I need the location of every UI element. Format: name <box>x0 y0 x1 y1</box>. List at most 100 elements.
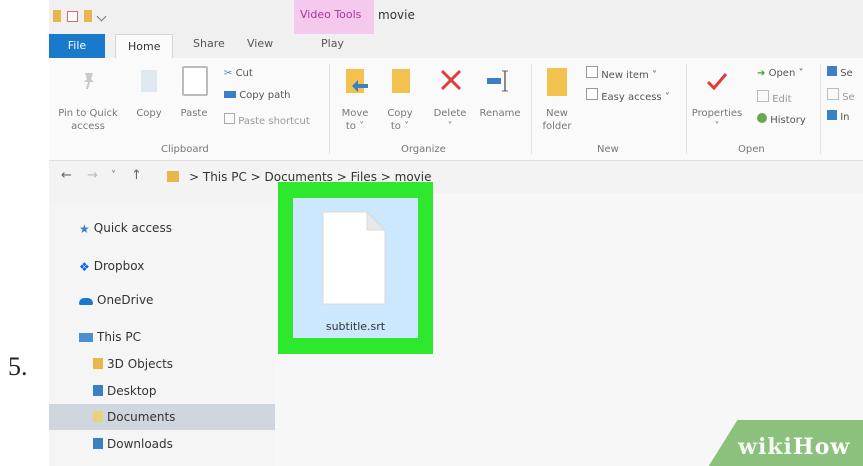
forward-arrow-icon[interactable]: → <box>87 168 98 183</box>
move-to-icon <box>344 66 370 96</box>
move-label-1: Move <box>341 108 369 119</box>
properties-label-2: ˅ <box>714 121 720 132</box>
clipboard-group-label: Clipboard <box>161 144 209 155</box>
nav-label: Desktop <box>107 384 157 398</box>
tab-play[interactable]: Play <box>321 37 344 50</box>
computer-icon <box>79 333 93 342</box>
nav-label: This PC <box>97 330 141 344</box>
nav-label: Documents <box>107 410 176 424</box>
properties-button[interactable]: Properties ˅ <box>690 107 744 133</box>
copy-to-button[interactable]: Copy to ˅ <box>382 107 418 133</box>
history-label: History <box>770 115 806 126</box>
nav-item-3d-objects[interactable]: 3D Objects <box>93 357 173 371</box>
delete-label-1: Delete <box>433 108 467 119</box>
edit-label: Edit <box>772 94 792 105</box>
select-all-button[interactable]: Se <box>827 66 853 79</box>
nav-item-this-pc[interactable]: This PC <box>79 330 141 344</box>
new-item-button[interactable]: New item ˅ <box>586 66 657 81</box>
dropbox-icon: ❖ <box>79 260 90 274</box>
back-arrow-icon[interactable]: ← <box>61 168 72 183</box>
new-item-label: New item ˅ <box>601 70 657 81</box>
select-none-button[interactable]: Se <box>827 88 855 103</box>
easy-access-label: Easy access ˅ <box>601 92 670 103</box>
invert-selection-label: In <box>840 112 850 123</box>
move-to-button[interactable]: Move to ˅ <box>337 107 373 133</box>
separator <box>531 64 532 154</box>
nav-label: Dropbox <box>93 259 145 273</box>
new-group-label: New <box>597 144 619 155</box>
copy-icon <box>141 70 157 92</box>
nav-label: Quick access <box>93 221 172 235</box>
wikihow-logo-wiki: wiki <box>738 434 793 460</box>
cube-icon <box>93 358 103 369</box>
file-name-label: subtitle.srt <box>325 320 386 333</box>
delete-x-icon <box>439 68 463 92</box>
properties-check-icon[interactable] <box>67 10 78 22</box>
easy-access-button[interactable]: Easy access ˅ <box>586 88 670 103</box>
cloud-icon <box>79 298 93 305</box>
nav-item-documents[interactable]: Documents <box>93 410 175 424</box>
history-icon <box>757 113 767 123</box>
new-folder-label-1: New <box>546 108 568 119</box>
invert-selection-icon <box>827 110 837 120</box>
open-label: Open ˅ <box>768 68 804 79</box>
tab-view[interactable]: View <box>247 37 273 50</box>
cut-label: Cut <box>235 68 253 79</box>
paste-shortcut-icon <box>224 113 235 124</box>
pin-label-1: Pin to Quick <box>58 108 118 119</box>
separator <box>686 64 687 154</box>
copy-path-button[interactable]: Copy path <box>224 90 290 101</box>
tab-home[interactable]: Home <box>115 34 174 59</box>
wikihow-logo: wikiHow <box>738 434 850 460</box>
nav-item-downloads[interactable]: Downloads <box>93 437 173 451</box>
nav-label: Downloads <box>107 437 173 451</box>
select-none-icon <box>827 88 839 100</box>
downloads-icon <box>93 438 103 449</box>
tab-file[interactable]: File <box>49 34 105 58</box>
nav-label: OneDrive <box>97 293 154 307</box>
copy-path-icon <box>224 91 236 98</box>
cut-button[interactable]: ✂ Cut <box>224 68 253 79</box>
properties-label-1: Properties <box>691 108 743 119</box>
ribbon-tabs: File Home Share View Play <box>49 34 863 59</box>
separator <box>329 64 330 154</box>
copy-button[interactable]: Copy <box>133 107 165 120</box>
new-folder-icon[interactable] <box>84 10 92 22</box>
select-all-icon <box>827 66 837 76</box>
paste-shortcut-button[interactable]: Paste shortcut <box>224 113 310 127</box>
desktop-icon <box>93 385 103 396</box>
separator <box>820 64 821 154</box>
nav-label: 3D Objects <box>107 357 174 371</box>
paste-button[interactable]: Paste <box>175 107 213 120</box>
nav-item-onedrive[interactable]: OneDrive <box>79 293 153 307</box>
edit-button[interactable]: Edit <box>757 90 792 105</box>
copy-to-label-1: Copy <box>387 108 413 119</box>
new-folder-button[interactable]: New folder <box>539 107 575 133</box>
nav-item-dropbox[interactable]: ❖ Dropbox <box>79 259 145 274</box>
document-file-icon <box>321 210 387 306</box>
pin-label-2: access <box>71 121 105 132</box>
nav-item-desktop[interactable]: Desktop <box>93 384 157 398</box>
file-explorer-window: Video Tools movie File Home Share View P… <box>49 0 863 466</box>
step-number: 5. <box>8 352 28 381</box>
pin-to-quick-access-button[interactable]: Pin to Quick access <box>55 107 121 133</box>
context-tab-label: Video Tools <box>300 8 362 21</box>
folder-icon[interactable] <box>53 10 61 22</box>
new-folder-label-2: folder <box>542 121 572 132</box>
documents-icon <box>93 411 103 422</box>
tab-share[interactable]: Share <box>193 37 225 50</box>
open-button[interactable]: ➔ Open ˅ <box>757 68 803 79</box>
recent-locations-icon[interactable]: ˅ <box>111 170 116 181</box>
up-arrow-icon[interactable]: ↑ <box>131 168 142 183</box>
copy-path-label: Copy path <box>239 90 291 101</box>
file-item-subtitle[interactable]: subtitle.srt <box>293 198 418 338</box>
paste-icon <box>182 66 208 96</box>
video-tools-context-tab: Video Tools <box>294 0 374 34</box>
delete-button[interactable]: Delete ˅ <box>430 107 470 133</box>
nav-item-quick-access[interactable]: ★ Quick access <box>79 221 172 236</box>
rename-button[interactable]: Rename <box>477 107 523 120</box>
history-button[interactable]: History <box>757 113 806 126</box>
invert-selection-button[interactable]: In <box>827 110 849 123</box>
organize-group-label: Organize <box>401 144 446 155</box>
chevron-down-icon[interactable] <box>96 11 107 21</box>
